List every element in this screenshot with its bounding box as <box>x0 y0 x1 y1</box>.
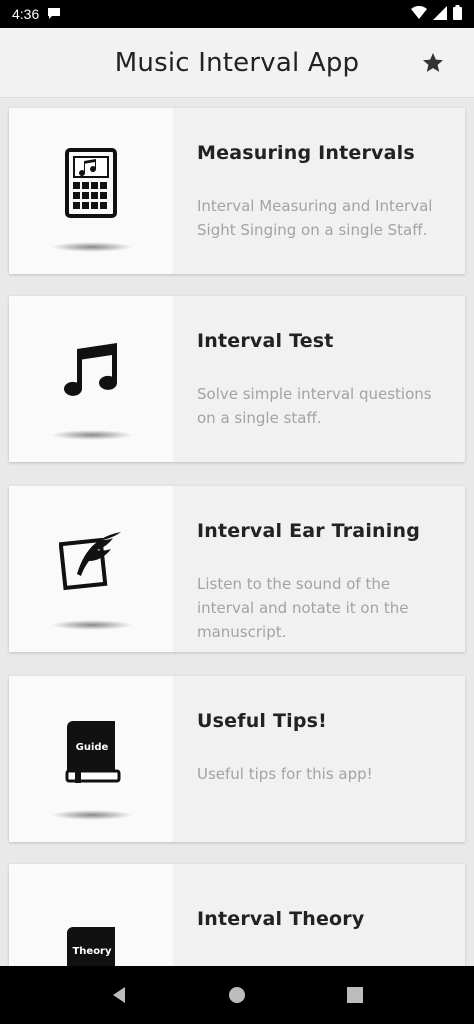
card-media: Theory <box>9 864 173 966</box>
navigation-bar <box>0 966 474 1024</box>
home-button[interactable] <box>217 975 257 1015</box>
card-media <box>9 296 173 462</box>
home-icon <box>229 987 245 1003</box>
wifi-icon <box>411 5 427 23</box>
recents-icon <box>347 987 363 1003</box>
calculator-note-icon <box>65 148 117 218</box>
star-icon <box>423 53 443 72</box>
card-title: Interval Ear Training <box>197 520 420 542</box>
back-button[interactable] <box>99 975 139 1015</box>
battery-icon <box>453 5 462 23</box>
book-badge: Guide <box>76 742 109 753</box>
icon-shadow <box>51 810 133 820</box>
card-media: Guide <box>9 676 173 842</box>
card-description: Useful tips for this app! <box>197 765 373 783</box>
guide-book-icon: Guide <box>65 721 121 783</box>
card-description: Interval Measuring and Interval Sight Si… <box>197 197 433 239</box>
card-title: Interval Test <box>197 330 334 352</box>
music-note-icon <box>64 343 117 396</box>
book-badge: Theory <box>72 946 112 957</box>
favorite-button[interactable] <box>418 48 448 78</box>
card-useful-tips[interactable]: Guide Useful Tips! Useful tips for this … <box>9 676 465 842</box>
card-interval-test[interactable]: Interval Test Solve simple interval ques… <box>9 296 465 462</box>
card-description: Listen to the sound of the interval and … <box>197 575 409 641</box>
quill-paper-icon <box>59 532 121 591</box>
card-measuring-intervals[interactable]: Measuring Intervals Interval Measuring a… <box>9 108 465 274</box>
card-media <box>9 486 173 652</box>
card-title: Useful Tips! <box>197 710 327 732</box>
menu-list: Measuring Intervals Interval Measuring a… <box>0 98 474 966</box>
icon-shadow <box>51 430 133 440</box>
app-bar: Music Interval App <box>0 28 474 98</box>
theory-book-icon: Theory <box>67 927 115 966</box>
card-description: Solve simple interval questions on a sin… <box>197 385 432 427</box>
status-time: 4:36 <box>12 6 40 22</box>
signal-icon <box>433 5 447 23</box>
icon-shadow <box>51 242 133 252</box>
recents-button[interactable] <box>335 975 375 1015</box>
card-title: Interval Theory <box>197 908 365 930</box>
message-icon <box>47 6 61 22</box>
page-title: Music Interval App <box>114 47 360 78</box>
card-title: Measuring Intervals <box>197 142 415 164</box>
back-icon <box>113 987 125 1003</box>
card-interval-theory[interactable]: Theory Interval Theory <box>9 864 465 966</box>
status-bar: 4:36 <box>0 0 474 28</box>
card-interval-ear-training[interactable]: Interval Ear Training Listen to the soun… <box>9 486 465 652</box>
icon-shadow <box>51 620 133 630</box>
card-media <box>9 108 173 274</box>
